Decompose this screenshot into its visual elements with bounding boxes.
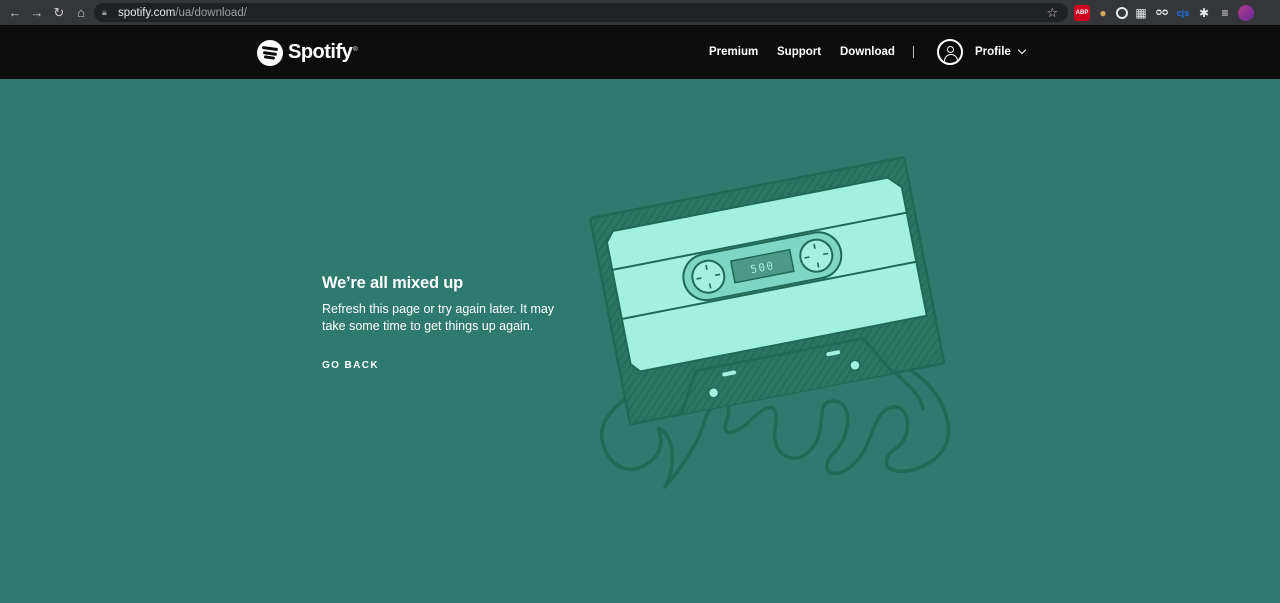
go-back-link[interactable]: GO BACK (322, 360, 379, 371)
extensions-bar: ABP ● ▦ ᴑᴑ cjs ✱ ≡ (1074, 3, 1254, 22)
bookmark-star-icon[interactable]: ☆ (1046, 5, 1058, 21)
error-title: We’re all mixed up (322, 274, 463, 292)
address-bar[interactable]: 🔒︎ spotify.com/ua/download/ ☆ (94, 3, 1068, 22)
cassette: 500 (589, 156, 946, 426)
cjs-extension-icon[interactable]: cjs (1175, 5, 1191, 21)
reload-icon[interactable]: ↻ (48, 0, 70, 25)
spotify-logo-icon (257, 39, 283, 66)
scrollbar[interactable] (1276, 79, 1280, 603)
eyes-extension-icon[interactable]: ᴑᴑ (1154, 5, 1170, 21)
nav-premium-link[interactable]: Premium (709, 46, 758, 58)
adblock-plus-icon[interactable]: ABP (1074, 4, 1090, 21)
nav-premium[interactable]: Premium (709, 25, 758, 79)
profile-menu-button[interactable]: Profile (937, 39, 1027, 65)
url-text: spotify.com/ua/download/ (118, 6, 247, 19)
nav-download[interactable]: Download (840, 25, 895, 79)
user-icon (937, 39, 963, 65)
lock-icon: 🔒︎ (102, 7, 107, 17)
back-icon[interactable]: ← (4, 0, 26, 25)
puzzle-icon[interactable]: ✱ (1196, 5, 1212, 21)
home-icon[interactable]: ⌂ (70, 0, 92, 25)
trademark-mark: ® (353, 47, 358, 53)
error-message: Refresh this page or try again later. It… (322, 302, 555, 333)
browser-toolbar: ← → ↻ ⌂ 🔒︎ spotify.com/ua/download/ ☆ AB… (0, 0, 1280, 25)
grid-extension-icon[interactable]: ▦ (1133, 5, 1149, 21)
reading-list-icon[interactable]: ≡ (1217, 5, 1233, 21)
profile-label: Profile (975, 46, 1011, 58)
nav-support-link[interactable]: Support (777, 46, 821, 58)
chevron-down-icon (1017, 45, 1027, 55)
error-page: We’re all mixed up Refresh this page or … (0, 79, 1280, 603)
forward-icon[interactable]: → (26, 0, 48, 25)
cookie-icon[interactable]: ● (1095, 5, 1111, 21)
browser-profile-avatar[interactable] (1238, 4, 1254, 21)
nav-download-link[interactable]: Download (840, 46, 895, 58)
nav-support[interactable]: Support (777, 25, 821, 79)
spotify-logo[interactable]: Spotify ® (257, 39, 358, 66)
nav-divider (913, 46, 914, 58)
brand-name: Spotify (288, 41, 353, 63)
circle-extension-icon[interactable] (1116, 6, 1128, 19)
site-header: Spotify ® Premium Support Download Profi… (0, 25, 1280, 79)
tangled-cassette-illustration: 500 (589, 156, 951, 489)
